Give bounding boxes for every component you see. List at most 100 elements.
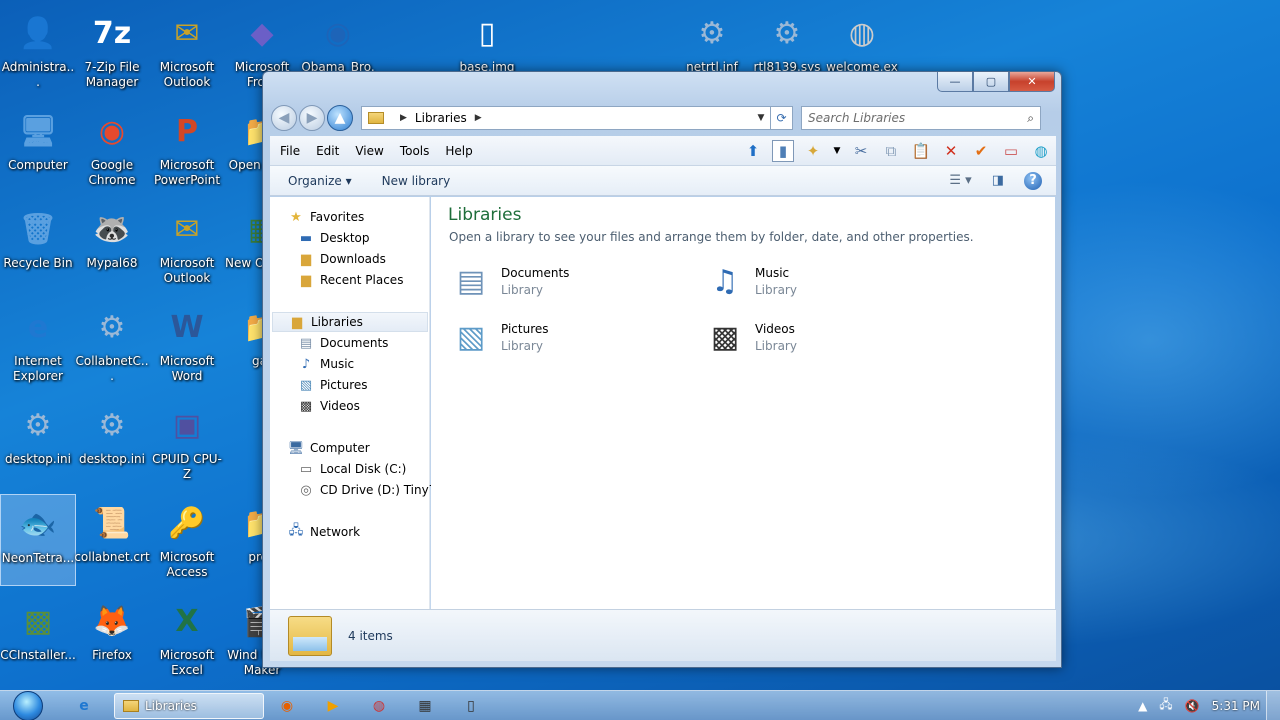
nav-downloads[interactable]: ▆ Downloads [298,249,386,269]
desktop-icon-label: Microsoft Outlook [159,60,215,89]
delete-icon[interactable]: ✕ [940,140,962,162]
desktop-icon[interactable]: 🦝 Mypal68 [74,200,150,292]
menu-file[interactable]: File [280,144,300,158]
desktop-icon[interactable]: ✉ Microsoft Outlook [149,200,225,292]
desktop-icon-label: CollabnetC... [75,354,149,383]
forward-button[interactable]: ▶ [299,105,325,131]
desktop-icon[interactable]: P Microsoft PowerPoint [149,102,225,194]
nav-label: Favorites [310,210,365,224]
new-folder-icon[interactable]: ✦ [802,140,824,162]
libraries-folder-icon [288,615,332,656]
search-placeholder: Search Libraries [808,111,906,125]
desktop-icon[interactable]: 🖥 Computer [0,102,76,194]
refresh-button[interactable]: ⟳ [771,106,793,130]
system-tray: ▲ 🖧 🔇 5:31 PM [1132,690,1280,720]
desktop-icon[interactable]: 7z 7-Zip File Manager [74,4,150,96]
library-pictures[interactable]: ▧ Pictures Library [447,313,549,361]
library-documents[interactable]: ▤ Documents Library [447,257,570,305]
back-button[interactable]: ◀ [271,105,297,131]
address-bar[interactable]: ▶ Libraries ▶ ▼ [361,106,771,130]
firefox-taskbar-icon[interactable]: ◉ [264,693,310,719]
internet-explorer-taskbar-icon[interactable]: e [60,693,108,719]
tray-expand-icon[interactable]: ▲ [1138,699,1147,713]
desktop-icon-label: CPUID CPU-Z [152,452,222,481]
nav-desktop[interactable]: ▬ Desktop [298,228,370,248]
desktop-icon[interactable]: ⚙ desktop.ini [74,396,150,488]
nav-music[interactable]: ♪ Music [298,354,354,374]
desktop-icon[interactable]: ▣ CPUID CPU-Z [149,396,225,488]
media-player-taskbar-icon[interactable]: ▶ [310,693,356,719]
dropdown-icon[interactable]: ▼ [832,140,842,162]
desktop-icon[interactable]: ⚙ CollabnetC... [74,298,150,390]
search-icon[interactable]: ⌕ [1027,111,1034,126]
breadcrumb-libraries[interactable]: Libraries [415,111,467,125]
desktop-icon[interactable]: 🗑 Recycle Bin [0,200,76,292]
menu-tools[interactable]: Tools [400,144,430,158]
desktop-icon[interactable]: ✉ Microsoft Outlook [149,4,225,96]
menu-edit[interactable]: Edit [316,144,339,158]
desktop-icon-image: ⚙ [98,309,126,345]
desktop-icon[interactable]: 📜 collabnet.crt [74,494,150,586]
library-videos[interactable]: ▩ Videos Library [701,313,797,361]
up-arrow-icon[interactable]: ⬆ [742,140,764,162]
breadcrumb-arrow-icon[interactable]: ▶ [475,113,482,123]
menu-view[interactable]: View [355,144,383,158]
desktop-icon-image: P [176,113,198,149]
desktop-icon[interactable]: 🦊 Firefox [74,592,150,684]
cut-icon[interactable]: ✂ [850,140,872,162]
desktop-icon[interactable]: X Microsoft Excel [149,592,225,684]
address-dropdown-icon[interactable]: ▼ [752,113,770,123]
volume-muted-icon[interactable]: 🔇 [1185,699,1200,713]
new-library-button[interactable]: New library [382,174,451,188]
desktop-icon[interactable]: W Microsoft Word [149,298,225,390]
desktop-icon-label: Computer [8,158,68,172]
taskbar-libraries-label: Libraries [145,698,197,713]
taskbar-libraries-button[interactable]: Libraries [114,692,264,719]
help-icon[interactable]: ? [1024,171,1042,190]
nav-network[interactable]: 🖧 Network [288,522,360,542]
nav-favorites[interactable]: ★ Favorites [288,207,364,227]
close-button[interactable]: ✕ [1009,72,1055,92]
folders-pane-icon[interactable]: ▮ [772,139,794,162]
library-music[interactable]: ♫ Music Library [701,257,797,305]
organize-button[interactable]: Organize ▾ [288,174,352,188]
nav-recent-places[interactable]: ▆ Recent Places [298,270,403,290]
desktop-icon-image: 📜 [93,505,131,541]
check-icon[interactable]: ✔ [970,140,992,162]
nav-computer[interactable]: 🖥 Computer [288,438,370,458]
desktop-icon[interactable]: 🐟 NeonTetra... [0,494,76,586]
minimize-button[interactable]: — [937,72,973,92]
mypal-taskbar-icon[interactable]: ◍ [356,693,402,719]
start-button[interactable] [6,690,50,720]
app-taskbar-icon[interactable]: ▦ [402,693,448,719]
show-desktop-button[interactable] [1266,690,1280,720]
nav-videos[interactable]: ▩ Videos [298,396,360,416]
desktop-icon[interactable]: ⚙ desktop.ini [0,396,76,488]
globe-icon[interactable]: ◍ [1030,140,1052,162]
nav-label: Libraries [311,315,363,329]
nav-cd-drive[interactable]: ◎ CD Drive (D:) Tiny7 x [298,480,447,500]
maximize-button[interactable]: ▢ [973,72,1009,92]
up-button[interactable]: ▲ [327,105,353,131]
view-options-icon[interactable]: ☰ ▾ [949,173,971,188]
nav-label: Videos [320,399,360,413]
desktop-icon[interactable]: ◉ Google Chrome [74,102,150,194]
search-input[interactable]: Search Libraries ⌕ [801,106,1041,130]
desktop-icon[interactable]: ▩ CCInstaller... [0,592,76,684]
desktop-icon[interactable]: 👤 Administra... [0,4,76,96]
nav-local-disk[interactable]: ▭ Local Disk (C:) [298,459,406,479]
desktop-icon[interactable]: e Internet Explorer [0,298,76,390]
copy-icon[interactable]: ⧉ [880,140,902,162]
nav-documents[interactable]: ▤ Documents [298,333,389,353]
menu-help[interactable]: Help [445,144,472,158]
nav-pictures[interactable]: ▧ Pictures [298,375,368,395]
library-name: Documents [501,265,570,280]
rename-icon[interactable]: ▭ [1000,140,1022,162]
network-tray-icon[interactable]: 🖧 [1159,695,1172,716]
paste-icon[interactable]: 📋 [910,140,932,162]
nav-libraries[interactable]: ▆ Libraries [272,312,428,332]
desktop-icon[interactable]: 🔑 Microsoft Access [149,494,225,586]
document-taskbar-icon[interactable]: ▯ [448,693,494,719]
preview-pane-icon[interactable]: ◨ [992,173,1004,188]
clock[interactable]: 5:31 PM [1212,699,1260,713]
